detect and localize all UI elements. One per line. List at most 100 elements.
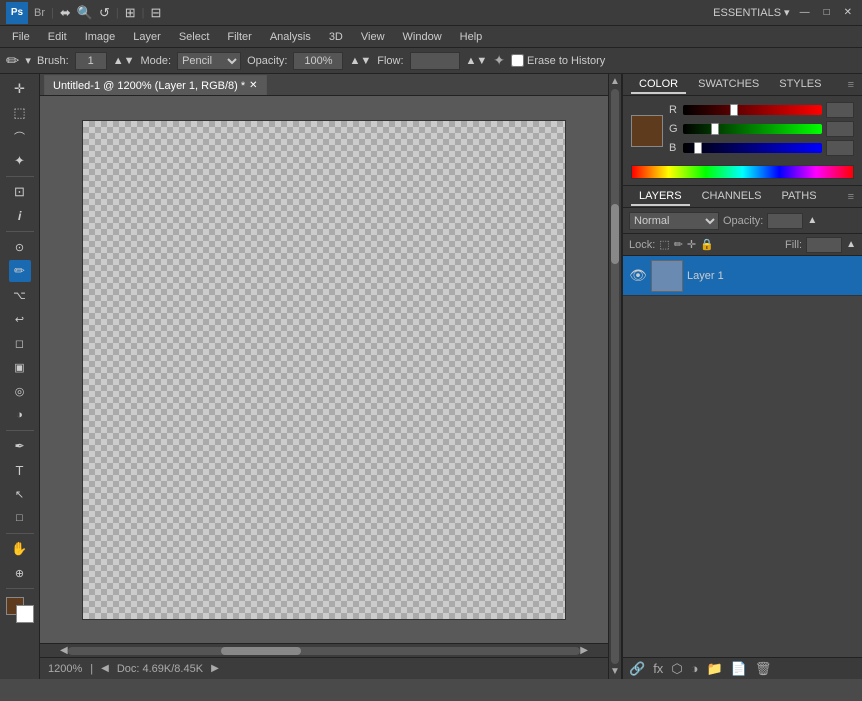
tab-styles[interactable]: STYLES: [771, 76, 829, 94]
tool-dodge[interactable]: ◑: [9, 404, 31, 426]
airbrush-icon[interactable]: ✦: [493, 52, 505, 69]
view-icon[interactable]: ⊟: [150, 5, 161, 21]
erase-history-label[interactable]: Erase to History: [511, 54, 605, 67]
blend-mode-select[interactable]: Normal Dissolve Multiply: [629, 212, 719, 230]
link-layers-btn[interactable]: 🔗: [629, 661, 645, 677]
tool-move[interactable]: ✛: [9, 78, 31, 100]
nav-btn-right[interactable]: ▶: [211, 663, 219, 674]
menu-layer[interactable]: Layer: [125, 29, 169, 45]
b-value[interactable]: 29: [826, 140, 854, 156]
tool-lasso[interactable]: ⌒: [9, 126, 31, 148]
mode-select[interactable]: Pencil Normal Dissolve: [177, 52, 241, 70]
color-swatch[interactable]: [631, 115, 663, 147]
tab-channels[interactable]: CHANNELS: [694, 188, 770, 206]
slider-thumb-r[interactable]: [730, 104, 738, 116]
tool-eyedropper[interactable]: 𝒊: [9, 205, 31, 227]
tab-color[interactable]: COLOR: [631, 76, 686, 94]
brush-size-input[interactable]: [75, 52, 107, 70]
opacity-value-layers[interactable]: 100%: [767, 213, 803, 229]
menu-3d[interactable]: 3D: [321, 29, 351, 45]
tab-paths[interactable]: PATHS: [774, 188, 825, 206]
fill-value[interactable]: 100%: [806, 237, 842, 253]
tool-blur[interactable]: ◎: [9, 380, 31, 402]
new-adj-btn[interactable]: ◑: [691, 661, 699, 676]
scroll-track-h[interactable]: [68, 647, 581, 655]
zoom-icon[interactable]: 🔍: [77, 5, 93, 21]
r-value[interactable]: 95: [826, 102, 854, 118]
lock-pixels-icon[interactable]: ✏: [674, 238, 683, 251]
layer-visibility-1[interactable]: 👁: [629, 267, 647, 284]
canvas-viewport[interactable]: [40, 96, 608, 643]
fx-btn[interactable]: fx: [653, 661, 663, 676]
menu-analysis[interactable]: Analysis: [262, 29, 319, 45]
flow-stepper[interactable]: ▲▼: [466, 55, 488, 67]
tool-marquee[interactable]: ⬚: [9, 102, 31, 124]
delete-layer-btn[interactable]: 🗑: [755, 661, 772, 677]
tool-clone[interactable]: ⌥: [9, 284, 31, 306]
tool-gradient[interactable]: ▣: [9, 356, 31, 378]
lock-transparent-icon[interactable]: ⬚: [659, 238, 669, 251]
nav-btn-left[interactable]: ◀: [101, 663, 109, 674]
tool-text[interactable]: T: [9, 459, 31, 481]
canvas-scrollbar-h[interactable]: ◀ ▶: [40, 643, 608, 657]
brush-dropdown-icon[interactable]: ▾: [25, 54, 31, 67]
opacity-stepper[interactable]: ▲▼: [349, 55, 371, 67]
close-btn[interactable]: ✕: [840, 7, 856, 18]
brush-size-stepper[interactable]: ▲▼: [113, 55, 135, 67]
tool-hand[interactable]: ✋: [9, 538, 31, 560]
lock-position-icon[interactable]: ✛: [687, 238, 696, 251]
lock-all-icon[interactable]: 🔒: [700, 238, 714, 251]
minimize-btn[interactable]: —: [796, 7, 814, 18]
scroll-left-btn[interactable]: ◀: [60, 645, 68, 656]
fg-bg-colors[interactable]: [6, 597, 34, 623]
slider-g[interactable]: [683, 124, 822, 134]
menu-filter[interactable]: Filter: [219, 29, 259, 45]
menu-file[interactable]: File: [4, 29, 38, 45]
canvas-tab-close[interactable]: ✕: [249, 80, 257, 91]
tab-swatches[interactable]: SWATCHES: [690, 76, 767, 94]
new-layer-btn[interactable]: 📄: [731, 661, 747, 677]
menu-edit[interactable]: Edit: [40, 29, 75, 45]
fill-stepper[interactable]: ▲: [846, 239, 856, 250]
slider-thumb-g[interactable]: [711, 123, 719, 135]
menu-view[interactable]: View: [353, 29, 393, 45]
vscroll-track[interactable]: [611, 89, 619, 664]
tool-eraser[interactable]: ◻: [9, 332, 31, 354]
add-mask-btn[interactable]: ⬡: [671, 661, 682, 677]
tool-pen[interactable]: ✒: [9, 435, 31, 457]
tab-layers[interactable]: LAYERS: [631, 188, 690, 206]
slider-r[interactable]: [683, 105, 822, 115]
nav-tool-icon[interactable]: ⬌: [60, 5, 71, 21]
vscroll-thumb[interactable]: [611, 204, 619, 264]
scroll-right-btn[interactable]: ▶: [580, 645, 588, 656]
layout-icon[interactable]: ⊞: [125, 5, 136, 21]
tool-history-brush[interactable]: ↩: [9, 308, 31, 330]
erase-history-checkbox[interactable]: [511, 54, 524, 67]
maximize-btn[interactable]: □: [820, 7, 834, 18]
layers-panel-options[interactable]: ≡: [848, 191, 854, 203]
opacity-stepper-layers[interactable]: ▲: [807, 215, 817, 226]
tool-path-select[interactable]: ↖: [9, 483, 31, 505]
color-panel-options[interactable]: ≡: [848, 79, 854, 91]
bg-color[interactable]: [16, 605, 34, 623]
menu-help[interactable]: Help: [452, 29, 491, 45]
new-group-btn[interactable]: 📁: [707, 661, 723, 677]
color-spectrum[interactable]: [631, 165, 854, 179]
menu-window[interactable]: Window: [395, 29, 450, 45]
vscroll-down[interactable]: ▼: [610, 666, 620, 677]
tool-magic-wand[interactable]: ✦: [9, 150, 31, 172]
tool-zoom[interactable]: ⊕: [9, 562, 31, 584]
workspace-selector[interactable]: ESSENTIALS ▾: [713, 6, 789, 19]
vscroll-up[interactable]: ▲: [610, 76, 620, 87]
tool-shape[interactable]: □: [9, 507, 31, 529]
br-icon[interactable]: Br: [34, 7, 45, 19]
canvas-tab-1[interactable]: Untitled-1 @ 1200% (Layer 1, RGB/8) * ✕: [44, 75, 267, 95]
scroll-thumb-h[interactable]: [221, 647, 301, 655]
menu-select[interactable]: Select: [171, 29, 218, 45]
tool-brush[interactable]: ✏: [9, 260, 31, 282]
opacity-input[interactable]: [293, 52, 343, 70]
g-value[interactable]: 59: [826, 121, 854, 137]
rotate-icon[interactable]: ↺: [99, 5, 110, 21]
tool-crop[interactable]: ⊡: [9, 181, 31, 203]
layer-item-1[interactable]: 👁 Layer 1: [623, 256, 862, 296]
